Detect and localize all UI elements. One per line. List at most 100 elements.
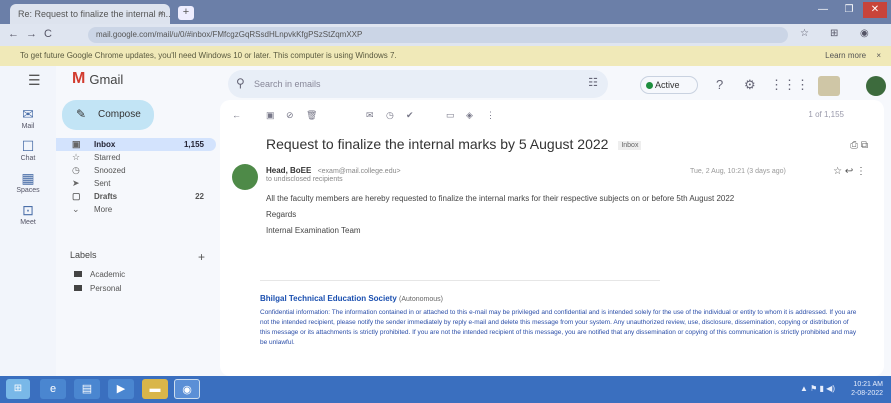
status-indicator[interactable]: Active bbox=[640, 76, 698, 94]
tab-title: Re: Request to finalize the internal m..… bbox=[18, 9, 170, 19]
org-name: Bhilgal Technical Education Society bbox=[260, 294, 397, 303]
pencil-icon: ✎ bbox=[76, 107, 87, 121]
print-newwindow-icons[interactable]: ⎙ ⧉ bbox=[850, 140, 868, 151]
label-text: Personal bbox=[90, 284, 122, 293]
app-name: Gmail bbox=[89, 71, 124, 87]
draft-count: 22 bbox=[195, 192, 204, 201]
nav-item-more[interactable]: ⌄ More bbox=[56, 203, 216, 216]
update-infobar: To get future Google Chrome updates, you… bbox=[0, 46, 891, 66]
rail-chat[interactable]: ☐ Chat bbox=[8, 138, 48, 162]
recipients[interactable]: to undisclosed recipients bbox=[266, 176, 343, 183]
filter-icon[interactable]: ☷ bbox=[588, 76, 598, 89]
gmail-logo[interactable]: M Gmail bbox=[72, 70, 123, 88]
label-item-personal[interactable]: Personal bbox=[74, 284, 122, 293]
sender-name[interactable]: Head, BoEE bbox=[266, 166, 311, 175]
infobar-text: To get future Google Chrome updates, you… bbox=[20, 51, 397, 60]
snooze-icon[interactable]: ◷ bbox=[386, 110, 394, 121]
folder-icon[interactable]: ▬ bbox=[142, 379, 168, 399]
inbox-label-chip[interactable]: Inbox bbox=[618, 140, 642, 150]
compose-button[interactable]: ✎ Compose bbox=[62, 100, 154, 130]
unread-count: 1,155 bbox=[183, 140, 204, 149]
message-pane: ← ▣ ⊘ 🗑 ✉ ◷ ✔ ▭ ◈ ⋮ 1 of 1,155 Request t… bbox=[220, 100, 884, 376]
apps-grid-icon[interactable]: ⋮⋮⋮ bbox=[770, 77, 809, 93]
org-logo[interactable] bbox=[818, 76, 840, 96]
report-spam-icon[interactable]: ⊘ bbox=[286, 110, 294, 121]
system-tray-icons[interactable]: ▲ ⚑ ▮ ◀) bbox=[800, 384, 835, 393]
maximize-button[interactable]: ❐ bbox=[837, 2, 861, 18]
os-taskbar: ⊞ e ▤ ▶ ▬ ◉ ▲ ⚑ ▮ ◀) 10:21 AM 2-08-2022 bbox=[0, 376, 891, 403]
back-to-inbox-icon[interactable]: ← bbox=[232, 110, 241, 120]
search-bar[interactable]: ⚲ Search in emails ☷ bbox=[228, 70, 608, 98]
search-icon[interactable]: ⚲ bbox=[236, 76, 245, 90]
close-window-button[interactable]: ✕ bbox=[863, 2, 887, 18]
chrome-icon[interactable]: ◉ bbox=[174, 379, 200, 399]
forward-icon[interactable]: → bbox=[26, 28, 37, 40]
body-signature: Internal Examination Team bbox=[266, 226, 361, 235]
browser-tab[interactable]: Re: Request to finalize the internal m..… bbox=[10, 4, 170, 24]
star-icon: ☆ bbox=[72, 152, 81, 162]
pagination: 1 of 1,155 bbox=[808, 110, 844, 119]
clock-time: 10:21 AM bbox=[853, 381, 883, 388]
window-controls: — ❐ ✕ bbox=[811, 2, 887, 18]
help-icon[interactable]: ? bbox=[716, 77, 723, 92]
nav-item-drafts[interactable]: ▢ Drafts 22 bbox=[56, 190, 216, 203]
label-tag-icon bbox=[74, 271, 82, 277]
nav-label: Starred bbox=[94, 153, 121, 162]
main-menu-icon[interactable]: ☰ bbox=[28, 72, 41, 89]
reload-icon[interactable]: C bbox=[44, 28, 52, 40]
address-bar-row: ← → C mail.google.com/mail/u/0/#inbox/FM… bbox=[0, 24, 891, 46]
signature-org: Bhilgal Technical Education Society (Aut… bbox=[260, 294, 443, 303]
media-player-icon[interactable]: ▶ bbox=[108, 379, 134, 399]
rail-spaces[interactable]: ▦ Spaces bbox=[8, 170, 48, 194]
infobar-close-icon[interactable]: × bbox=[876, 51, 881, 60]
explorer-icon[interactable]: ▤ bbox=[74, 379, 100, 399]
nav-item-inbox[interactable]: ▣ Inbox 1,155 bbox=[56, 138, 216, 151]
search-input[interactable]: Search in emails bbox=[254, 79, 321, 89]
meet-icon: ⊡ bbox=[22, 202, 34, 218]
clock[interactable]: 10:21 AM 2-08-2022 bbox=[851, 380, 883, 398]
move-to-icon[interactable]: ▭ bbox=[446, 110, 455, 121]
sender-info: Head, BoEE <exam@mail.college.edu> bbox=[266, 166, 401, 175]
draft-icon: ▢ bbox=[72, 191, 81, 201]
url-field[interactable]: mail.google.com/mail/u/0/#inbox/FMfcgzGq… bbox=[88, 27, 788, 43]
start-button[interactable]: ⊞ bbox=[6, 379, 30, 399]
rail-meet[interactable]: ⊡ Meet bbox=[8, 202, 48, 226]
profile-icon[interactable]: ◉ bbox=[860, 28, 869, 39]
settings-gear-icon[interactable]: ⚙ bbox=[744, 77, 756, 93]
divider bbox=[260, 280, 660, 281]
archive-icon[interactable]: ▣ bbox=[266, 110, 275, 121]
nav-label: Sent bbox=[94, 179, 111, 188]
nav-label: Drafts bbox=[94, 192, 118, 201]
nav-label: Snoozed bbox=[94, 166, 126, 175]
sender-address: <exam@mail.college.edu> bbox=[317, 168, 401, 175]
ie-icon[interactable]: e bbox=[40, 379, 66, 399]
bookmark-star-icon[interactable]: ☆ bbox=[800, 28, 809, 39]
active-dot-icon bbox=[646, 82, 653, 89]
label-item-academic[interactable]: Academic bbox=[74, 270, 125, 279]
mail-icon: ✉ bbox=[22, 106, 34, 122]
star-reply-more-icons[interactable]: ☆ ↩ ⋮ bbox=[833, 166, 866, 177]
new-tab-button[interactable]: + bbox=[178, 6, 194, 20]
rail-label: Chat bbox=[20, 155, 36, 162]
delete-icon[interactable]: 🗑 bbox=[306, 110, 317, 121]
minimize-button[interactable]: — bbox=[811, 2, 835, 18]
body-paragraph: All the faculty members are hereby reque… bbox=[266, 194, 735, 203]
add-task-icon[interactable]: ✔ bbox=[406, 110, 414, 121]
nav-item-snoozed[interactable]: ◷ Snoozed bbox=[56, 164, 216, 177]
nav-item-starred[interactable]: ☆ Starred bbox=[56, 151, 216, 164]
chat-icon: ☐ bbox=[21, 138, 35, 154]
nav-item-sent[interactable]: ➤ Sent bbox=[56, 177, 216, 190]
back-icon[interactable]: ← bbox=[8, 28, 19, 40]
mark-unread-icon[interactable]: ✉ bbox=[366, 110, 374, 121]
more-options-icon[interactable]: ⋮ bbox=[486, 110, 495, 121]
message-subject: Request to finalize the internal marks b… bbox=[266, 136, 642, 152]
label-icon[interactable]: ◈ bbox=[466, 110, 473, 121]
extensions-icon[interactable]: ⊞ bbox=[830, 28, 838, 39]
labels-heading: Labels bbox=[70, 250, 97, 260]
learn-more-link[interactable]: Learn more bbox=[825, 51, 866, 60]
rail-mail[interactable]: ✉ Mail bbox=[8, 106, 48, 130]
add-label-icon[interactable]: + bbox=[198, 250, 205, 264]
tab-close-icon[interactable]: × bbox=[159, 8, 164, 18]
account-avatar[interactable] bbox=[866, 76, 886, 96]
send-icon: ➤ bbox=[72, 178, 80, 188]
